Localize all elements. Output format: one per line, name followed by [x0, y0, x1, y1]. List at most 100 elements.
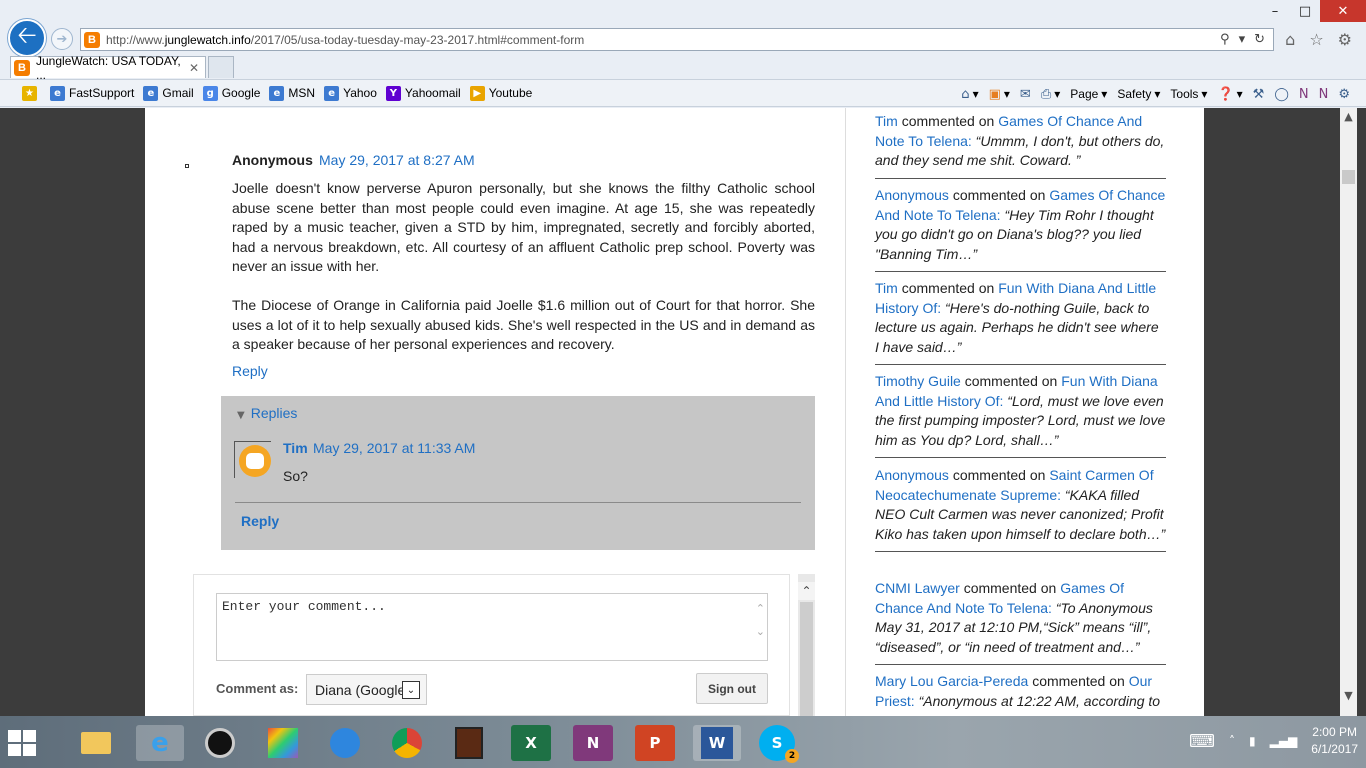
photo-app-icon[interactable]	[263, 725, 303, 761]
comment-reply-link[interactable]: Reply	[232, 363, 268, 379]
reply-author-link[interactable]: Tim	[283, 440, 308, 456]
fav-youtube[interactable]: ▶ Youtube	[469, 85, 532, 101]
close-window-button[interactable]: ✕	[1320, 0, 1366, 22]
comment-textarea[interactable]: Enter your comment... ⌃ ⌄	[216, 593, 768, 661]
star-favorites-icon[interactable]: ☆	[1309, 30, 1323, 49]
refresh-icon[interactable]: ↻	[1254, 32, 1265, 47]
page-scrollbar[interactable]: ▲ ▼	[1340, 108, 1357, 716]
youtube-icon: ▶	[469, 85, 485, 101]
mail-command[interactable]: ✉	[1020, 87, 1031, 102]
scroll-up-icon[interactable]: ▲	[1340, 108, 1357, 125]
home-icon: ⌂	[961, 86, 970, 102]
feeds-command[interactable]: ▣ ▾	[989, 87, 1010, 102]
home-icon[interactable]: ⌂	[1285, 30, 1295, 49]
chevron-up-icon[interactable]: ⌃	[798, 582, 815, 600]
scroll-thumb[interactable]	[800, 602, 813, 716]
chevron-up-icon[interactable]: ˄	[1229, 734, 1235, 748]
yahoo-icon: Y	[385, 85, 401, 101]
thread-reply-link[interactable]: Reply	[241, 513, 279, 529]
ie-page-icon: e	[269, 85, 285, 101]
chevron-up-icon[interactable]: ⌃	[756, 602, 765, 615]
gear-icon[interactable]: ⚙	[1338, 30, 1352, 49]
help-command[interactable]: ❓ ▾	[1217, 87, 1242, 102]
collapse-triangle-icon: ▼	[237, 410, 245, 421]
hp-command[interactable]: ◯	[1274, 87, 1289, 102]
tab-row: B JungleWatch: USA TODAY, ... ✕	[0, 54, 1366, 82]
comment-excerpt: “Anonymous at 12:22 AM, according to	[918, 692, 1161, 709]
commenter-link[interactable]: Tim	[875, 113, 898, 129]
forward-button[interactable]: ➔	[51, 28, 73, 50]
recent-comments-widget: Tim commented on Games Of Chance And Not…	[845, 108, 1204, 716]
dropdown-icon[interactable]: ▾	[1239, 32, 1246, 47]
keyboard-icon[interactable]: ⌨	[1189, 731, 1215, 752]
minimize-button[interactable]: –	[1260, 0, 1290, 22]
reply-date-link[interactable]: May 29, 2017 at 11:33 AM	[313, 440, 475, 456]
comments-column: Anonymous May 29, 2017 at 8:27 AM Joelle…	[145, 108, 845, 716]
fav-yahoomail[interactable]: Y Yahoomail	[385, 85, 461, 101]
word-icon[interactable]: W	[693, 725, 741, 761]
fav-yahoo[interactable]: e Yahoo	[324, 85, 377, 101]
comment-paragraph: The Diocese of Orange in California paid…	[232, 297, 815, 352]
excel-icon[interactable]: X	[511, 725, 551, 761]
back-button[interactable]: 🡠	[8, 19, 46, 57]
onenote-linked-command[interactable]: N	[1319, 87, 1329, 102]
settings-command[interactable]: ⚙	[1338, 87, 1350, 102]
file-explorer-icon[interactable]	[76, 725, 116, 761]
addon-command[interactable]: ⚒	[1253, 87, 1265, 102]
divider	[235, 502, 801, 503]
new-tab-button[interactable]	[208, 56, 234, 78]
identity-select[interactable]: Diana (Google ⌄	[306, 674, 427, 705]
addon-icon: ⚒	[1252, 86, 1265, 102]
scroll-down-icon[interactable]: ▼	[1340, 687, 1357, 704]
commenter-link[interactable]: CNMI Lawyer	[875, 580, 960, 596]
commenter-link[interactable]: Timothy Guile	[875, 373, 961, 389]
onenote-send-command[interactable]: N	[1299, 87, 1309, 102]
powerpoint-icon[interactable]: P	[635, 725, 675, 761]
safety-menu[interactable]: Safety ▾	[1117, 87, 1160, 101]
blogger-avatar-icon	[239, 445, 271, 477]
search-icon[interactable]: ⚲	[1220, 32, 1230, 47]
chevron-down-icon[interactable]: ⌄	[756, 625, 765, 638]
blogger-favicon-icon: B	[84, 31, 100, 48]
fav-google[interactable]: g Google	[202, 85, 260, 101]
signal-icon[interactable]: ▂▄▆	[1270, 734, 1298, 748]
close-tab-icon[interactable]: ✕	[189, 61, 199, 75]
page-menu[interactable]: Page ▾	[1070, 87, 1107, 101]
recent-comment-item: Mary Lou Garcia-Pereda commented on Our …	[875, 673, 1161, 709]
commenter-link[interactable]: Mary Lou Garcia-Pereda	[875, 673, 1028, 689]
recent-comment-item: Tim commented on Fun With Diana And Litt…	[875, 279, 1166, 365]
fav-msn[interactable]: e MSN	[269, 85, 315, 101]
fav-fastsupport[interactable]: e FastSupport	[50, 85, 134, 101]
recent-comment-item: Anonymous commented on Saint Carmen Of N…	[875, 466, 1166, 552]
page-scroll-thumb[interactable]	[1342, 170, 1355, 184]
comment-form: Enter your comment... ⌃ ⌄ Comment as: Di…	[193, 574, 790, 716]
hp-icon: ◯	[1274, 86, 1289, 102]
maximize-button[interactable]: □	[1290, 0, 1320, 22]
clock[interactable]: 2:00 PM 6/1/2017	[1311, 724, 1358, 758]
sign-out-button[interactable]: Sign out	[696, 673, 768, 704]
commenter-link[interactable]: Anonymous	[875, 467, 949, 483]
commenter-link[interactable]: Tim	[875, 280, 898, 296]
skype-icon[interactable]: S2	[759, 725, 799, 763]
battery-icon[interactable]: ▮	[1249, 734, 1256, 748]
chrome-icon[interactable]	[387, 725, 427, 761]
help-icon: ❓	[1217, 86, 1234, 102]
home-command[interactable]: ⌂ ▾	[961, 87, 978, 102]
media-app-icon[interactable]	[449, 725, 489, 761]
fav-gmail[interactable]: e Gmail	[143, 85, 194, 101]
replies-toggle[interactable]: ▼ Replies	[237, 405, 297, 421]
commenter-link[interactable]: Anonymous	[875, 187, 949, 203]
internet-explorer-icon[interactable]: e	[136, 725, 184, 761]
print-command[interactable]: ⎙ ▾	[1041, 87, 1060, 102]
onenote-icon[interactable]: N	[573, 725, 613, 761]
camera-app-icon[interactable]	[200, 725, 240, 761]
network-app-icon[interactable]	[325, 725, 365, 761]
windows-start-icon[interactable]	[8, 730, 36, 756]
url-text[interactable]: http://www.junglewatch.info/2017/05/usa-…	[106, 33, 1220, 47]
form-scrollbar[interactable]: ⌃	[798, 574, 815, 716]
tools-menu[interactable]: Tools ▾	[1170, 87, 1207, 101]
address-bar[interactable]: B http://www.junglewatch.info/2017/05/us…	[80, 28, 1274, 51]
comment-date-link[interactable]: May 29, 2017 at 8:27 AM	[319, 152, 475, 168]
add-favorites-icon[interactable]: ★	[22, 85, 41, 101]
tab-junglewatch[interactable]: B JungleWatch: USA TODAY, ... ✕	[10, 54, 206, 82]
